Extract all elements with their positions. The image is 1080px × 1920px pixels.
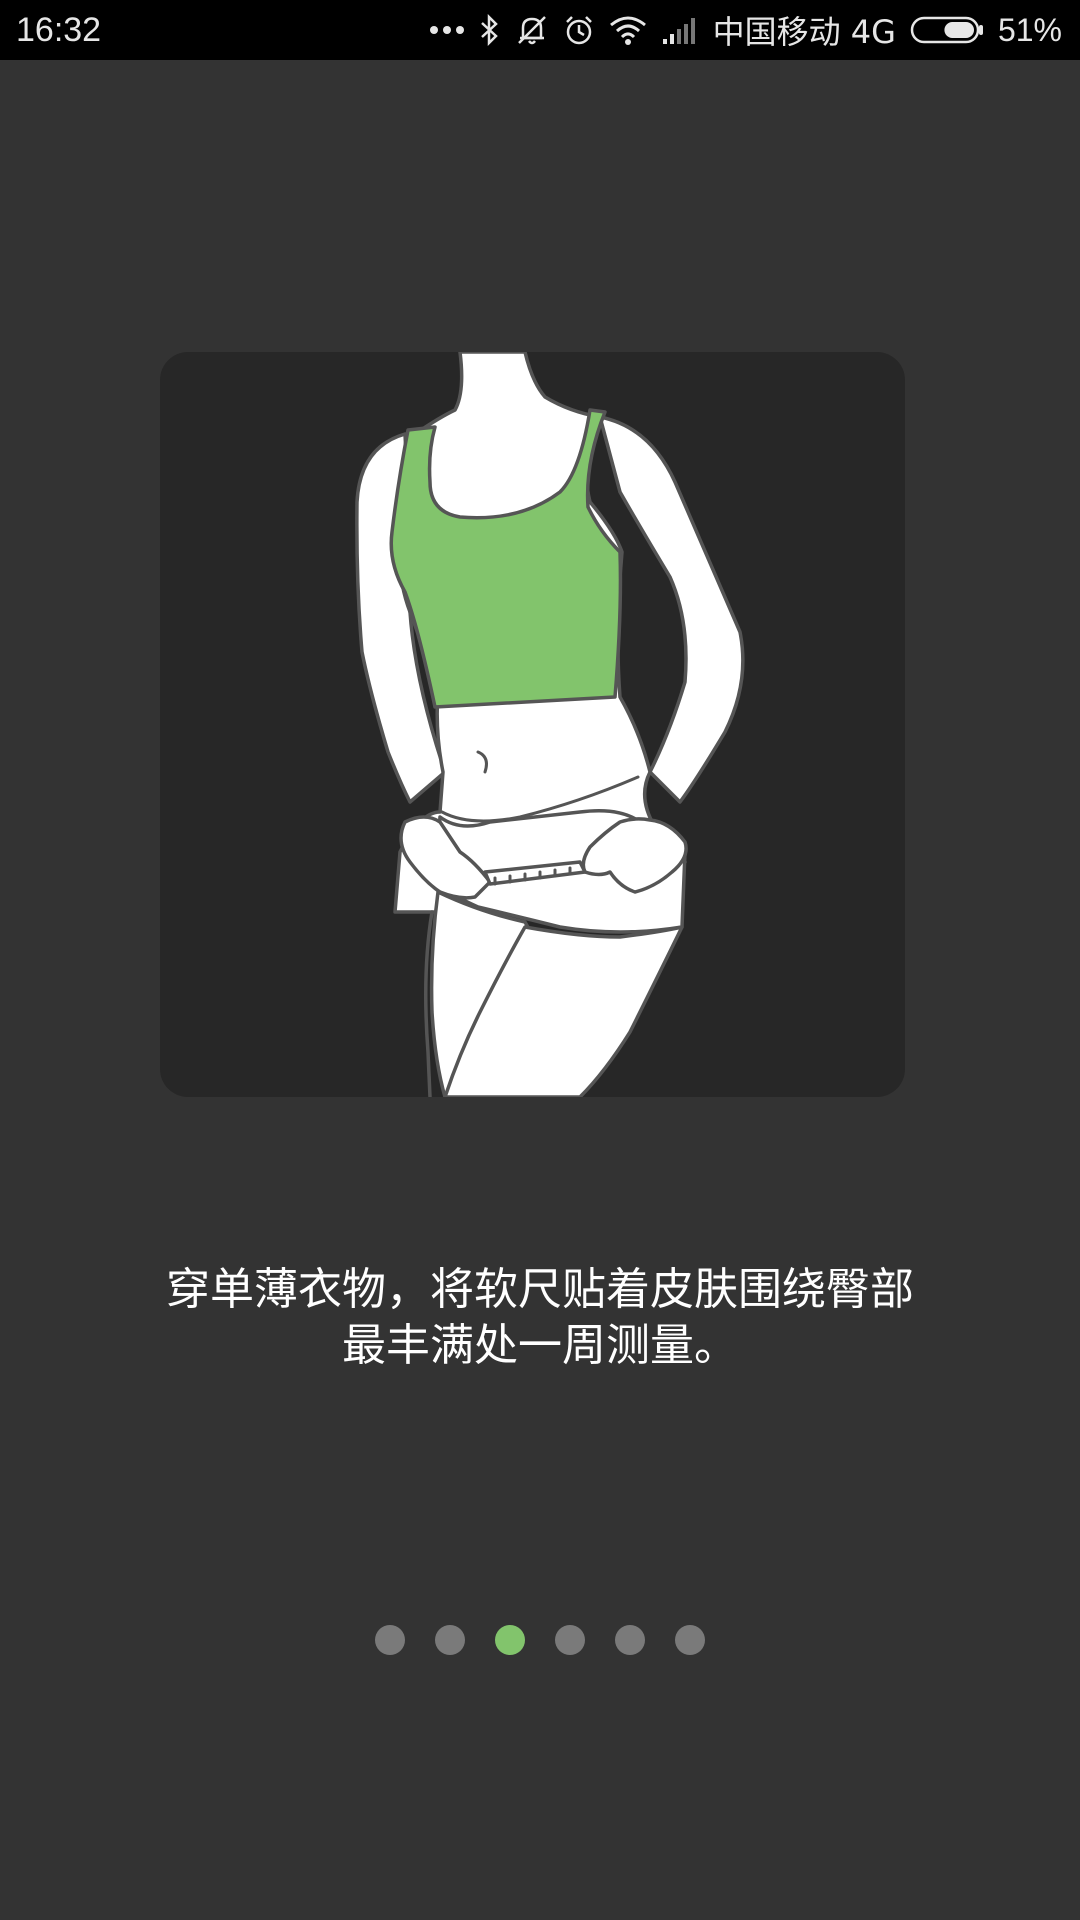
wifi-icon [609, 15, 647, 45]
page-dot-5[interactable] [615, 1625, 645, 1655]
alarm-icon [563, 14, 595, 46]
page-dot-1[interactable] [375, 1625, 405, 1655]
screen: 16:32 中国移动 4G 51% 穿单薄衣物，将软尺贴着皮肤围绕臀部 最丰满处… [0, 0, 1080, 1920]
more-icon [429, 24, 465, 36]
battery-icon [910, 15, 984, 45]
mute-icon [515, 13, 549, 47]
instruction-text: 穿单薄衣物，将软尺贴着皮肤围绕臀部 最丰满处一周测量。 [90, 1262, 990, 1374]
page-dot-6[interactable] [675, 1625, 705, 1655]
status-bar: 16:32 中国移动 4G 51% [0, 0, 1080, 60]
instruction-line-2: 最丰满处一周测量。 [342, 1320, 738, 1371]
carrier-label: 中国移动 4G [712, 13, 896, 51]
page-dot-4[interactable] [555, 1625, 585, 1655]
instruction-line-1: 穿单薄衣物，将软尺贴着皮肤围绕臀部 [166, 1264, 914, 1315]
status-time: 16:32 [16, 11, 102, 49]
bluetooth-icon [479, 14, 501, 46]
page-dot-2[interactable] [435, 1625, 465, 1655]
hip-measurement-illustration [355, 352, 745, 1097]
page-dot-3[interactable] [495, 1625, 525, 1655]
signal-icon [661, 15, 699, 45]
status-icons: 中国移动 4G 51% [429, 0, 1062, 60]
illustration-card [160, 352, 905, 1097]
battery-percent: 51% [997, 11, 1062, 48]
page-indicator [0, 1625, 1080, 1655]
